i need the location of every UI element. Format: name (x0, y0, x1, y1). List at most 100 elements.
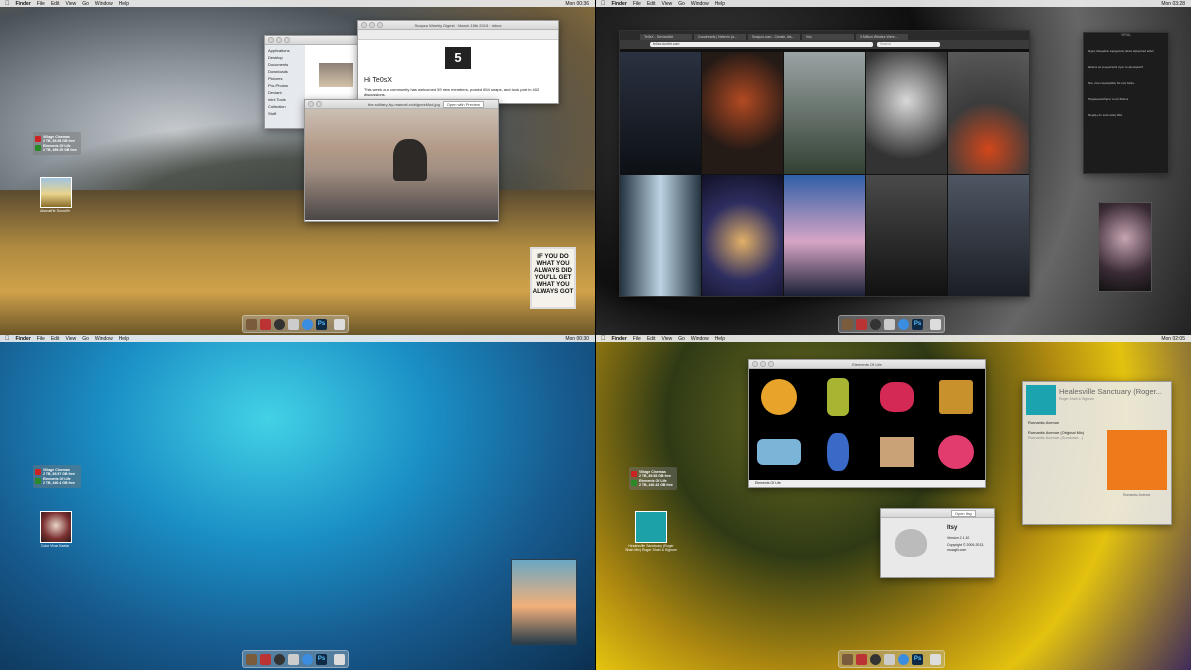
close-button[interactable] (268, 37, 274, 43)
photo-tile[interactable] (702, 52, 783, 174)
tab-snapzu[interactable]: Snapzu.com - Create, dis... (748, 34, 800, 40)
menu-help[interactable]: Help (715, 1, 725, 7)
tab-goodreads[interactable]: Goodreads | Nelevin (a... (694, 34, 746, 40)
menu-finder[interactable]: Finder (16, 1, 31, 7)
sidebar-item-minitools[interactable]: mini Tools (265, 96, 305, 103)
album-file-icon[interactable] (635, 511, 667, 543)
image-file-icon[interactable] (40, 177, 72, 208)
menu-view[interactable]: View (661, 1, 672, 7)
icon-thumb[interactable] (760, 378, 797, 415)
trash-icon[interactable] (930, 653, 941, 665)
trash-icon[interactable] (334, 653, 345, 665)
dock-app-icon[interactable] (274, 653, 285, 665)
menu-edit[interactable]: Edit (647, 336, 656, 342)
menu-clock[interactable]: Mon 00:30 (565, 336, 589, 342)
dock-app-icon[interactable] (870, 653, 881, 665)
menu-file[interactable]: File (633, 336, 641, 342)
menu-window[interactable]: Window (95, 336, 113, 342)
open-with-preview-button[interactable]: Open with Preview (442, 100, 484, 108)
sidebar-item-documents[interactable]: Documents (265, 61, 305, 68)
dock-app-icon[interactable] (246, 653, 257, 665)
icon-thumb[interactable] (938, 379, 973, 414)
dock-app-icon[interactable] (842, 318, 853, 330)
close-button[interactable] (308, 101, 314, 107)
zoom-button[interactable] (316, 101, 322, 107)
menu-edit[interactable]: Edit (51, 1, 60, 7)
menu-go[interactable]: Go (82, 336, 89, 342)
photo-tile[interactable] (784, 52, 865, 174)
tab-deviantart[interactable]: Te0sX - DeviantArt (640, 34, 692, 40)
dock-app-icon[interactable] (842, 653, 853, 665)
sidebar-item-collection[interactable]: Collection (265, 103, 305, 110)
menu-go[interactable]: Go (678, 336, 685, 342)
desktop-drives-widget[interactable]: Village Cinemas 2 TB, 89.58 GB free Eleme… (629, 467, 677, 490)
menu-go[interactable]: Go (82, 1, 89, 7)
sidebar-item-pictures[interactable]: Pictures (265, 75, 305, 82)
apple-icon[interactable]:  (5, 336, 10, 342)
open-itsy-button[interactable]: Open Itsy (950, 509, 976, 517)
icon-thumb[interactable] (756, 438, 801, 465)
dock-app-icon[interactable] (884, 318, 895, 330)
menu-view[interactable]: View (65, 336, 76, 342)
zoom-button[interactable] (284, 37, 290, 43)
menu-file[interactable]: File (37, 1, 45, 7)
sidebar-item-stuff[interactable]: Stuff (265, 110, 305, 117)
dock-app-icon[interactable] (898, 318, 909, 330)
menu-window[interactable]: Window (95, 1, 113, 7)
menu-clock[interactable]: Mon 03:28 (1161, 1, 1185, 7)
photo-tile[interactable] (866, 52, 947, 174)
menu-finder[interactable]: Finder (16, 336, 31, 342)
menu-help[interactable]: Help (119, 1, 129, 7)
sidebar-item-pro-photos[interactable]: Pro-Photos (265, 82, 305, 89)
minimize-button[interactable] (276, 37, 282, 43)
photo-tile[interactable] (948, 52, 1029, 174)
photo-tile[interactable] (866, 174, 947, 296)
track-item[interactable]: Romantic Avenue (Sundown...) (1028, 435, 1084, 440)
desktop-drives-widget[interactable]: Village Cinemas 2 TB, 89.58 GB free Eleme… (33, 132, 81, 155)
photoshop-icon[interactable]: Ps (316, 653, 327, 665)
icon-thumb[interactable] (879, 436, 914, 467)
photo-tile[interactable] (620, 52, 701, 174)
dock-app-icon[interactable] (288, 318, 299, 330)
menu-help[interactable]: Help (715, 336, 725, 342)
menu-clock[interactable]: Mon 02:05 (1161, 336, 1185, 342)
icon-thumb[interactable] (826, 432, 849, 471)
dock-app-icon[interactable] (246, 318, 257, 330)
menu-view[interactable]: View (661, 336, 672, 342)
image-thumbnail[interactable] (319, 63, 353, 87)
image-file-icon[interactable] (40, 511, 72, 543)
photoshop-icon[interactable]: Ps (912, 318, 923, 330)
trash-icon[interactable] (334, 318, 345, 330)
dock-app-icon[interactable] (856, 653, 867, 665)
menu-window[interactable]: Window (691, 1, 709, 7)
apple-icon[interactable]:  (5, 1, 10, 7)
menu-clock[interactable]: Mon 00:36 (565, 1, 589, 7)
menu-finder[interactable]: Finder (612, 1, 627, 7)
tab-whales[interactable]: 3 Million Whales Were... (856, 34, 908, 40)
sidebar-item-desktop[interactable]: Desktop (265, 54, 305, 61)
sidebar-item-applications[interactable]: Applications (265, 47, 305, 54)
apple-icon[interactable]:  (601, 336, 606, 342)
photo-tile[interactable] (620, 174, 701, 296)
menu-help[interactable]: Help (119, 336, 129, 342)
menu-finder[interactable]: Finder (612, 336, 627, 342)
icon-thumb[interactable] (937, 434, 974, 469)
dock-app-icon[interactable] (302, 653, 313, 665)
photoshop-icon[interactable]: Ps (316, 318, 327, 330)
itsy-site[interactable]: mowglii.com (947, 548, 984, 553)
photoshop-icon[interactable]: Ps (912, 653, 923, 665)
sidebar-item-deviant[interactable]: Deviant (265, 89, 305, 96)
photo-tile[interactable] (784, 174, 865, 296)
photo-tile[interactable] (948, 174, 1029, 296)
desktop-drives-widget[interactable]: Village Cinemas 2 TB, 89.57 GB free Eleme… (33, 465, 81, 488)
dock-app-icon[interactable] (288, 653, 299, 665)
apple-icon[interactable]:  (601, 1, 606, 7)
dock-app-icon[interactable] (260, 653, 271, 665)
tab-vox[interactable]: Vox (802, 34, 854, 40)
trash-icon[interactable] (930, 318, 941, 330)
menu-file[interactable]: File (37, 336, 45, 342)
dock-app-icon[interactable] (870, 318, 881, 330)
dock-app-icon[interactable] (898, 653, 909, 665)
menu-edit[interactable]: Edit (647, 1, 656, 7)
dock-app-icon[interactable] (274, 318, 285, 330)
